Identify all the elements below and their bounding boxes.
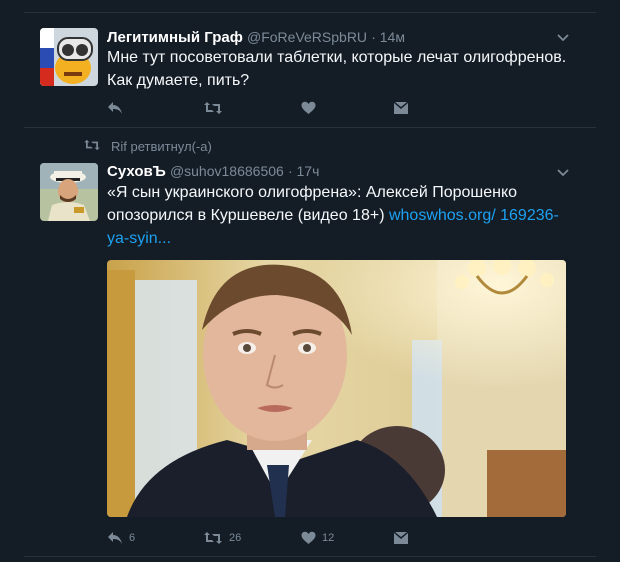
avatar[interactable] (40, 163, 98, 221)
reply-icon (107, 101, 123, 115)
like-count: 12 (322, 532, 335, 544)
retweet-icon (203, 531, 223, 545)
like-button[interactable] (301, 98, 316, 118)
message-icon (393, 531, 409, 545)
tweet-header: Легитимный Граф @FoReVeRSpbRU · 14м (107, 28, 405, 47)
retweet-note-text[interactable]: Rif ретвитнул(-а) (111, 139, 212, 154)
retweet-button[interactable] (203, 98, 223, 118)
retweet-icon (83, 139, 101, 154)
message-button[interactable] (393, 528, 409, 548)
tweet-divider (24, 127, 596, 128)
message-button[interactable] (393, 98, 409, 118)
display-name[interactable]: СуховЪ (107, 163, 166, 180)
like-button[interactable]: 12 (301, 528, 334, 548)
tweet-media-image[interactable] (107, 260, 566, 517)
bottom-divider (24, 556, 596, 557)
reply-count: 6 (129, 532, 136, 544)
avatar[interactable] (40, 28, 98, 86)
tweet-text: «Я сын украинского олигофрена»: Алексей … (107, 181, 577, 250)
handle[interactable]: @suhov18686506 (170, 163, 284, 179)
top-divider (24, 12, 596, 13)
display-name[interactable]: Легитимный Граф (107, 29, 243, 46)
message-icon (393, 101, 409, 115)
tweet-actions (107, 98, 409, 118)
reply-button[interactable] (107, 98, 123, 118)
tweet-header: СуховЪ @suhov18686506 · 17ч (107, 162, 319, 181)
chevron-down-icon[interactable] (556, 165, 570, 179)
reply-button[interactable]: 6 (107, 528, 135, 548)
retweet-icon (203, 101, 223, 115)
retweet-count: 26 (229, 532, 242, 544)
retweet-button[interactable]: 26 (203, 528, 241, 548)
chevron-down-icon[interactable] (556, 30, 570, 44)
timestamp[interactable]: · 17ч (288, 163, 319, 179)
like-icon (301, 101, 316, 115)
tweet-text: Мне тут посоветовали таблетки, которые л… (107, 49, 567, 89)
tweet-actions: 6 26 12 (107, 528, 409, 548)
like-icon (301, 531, 316, 545)
reply-icon (107, 531, 123, 545)
retweet-note: Rif ретвитнул(-а) (83, 137, 212, 155)
timestamp[interactable]: · 14м (371, 29, 405, 45)
handle[interactable]: @FoReVeRSpbRU (247, 29, 367, 45)
